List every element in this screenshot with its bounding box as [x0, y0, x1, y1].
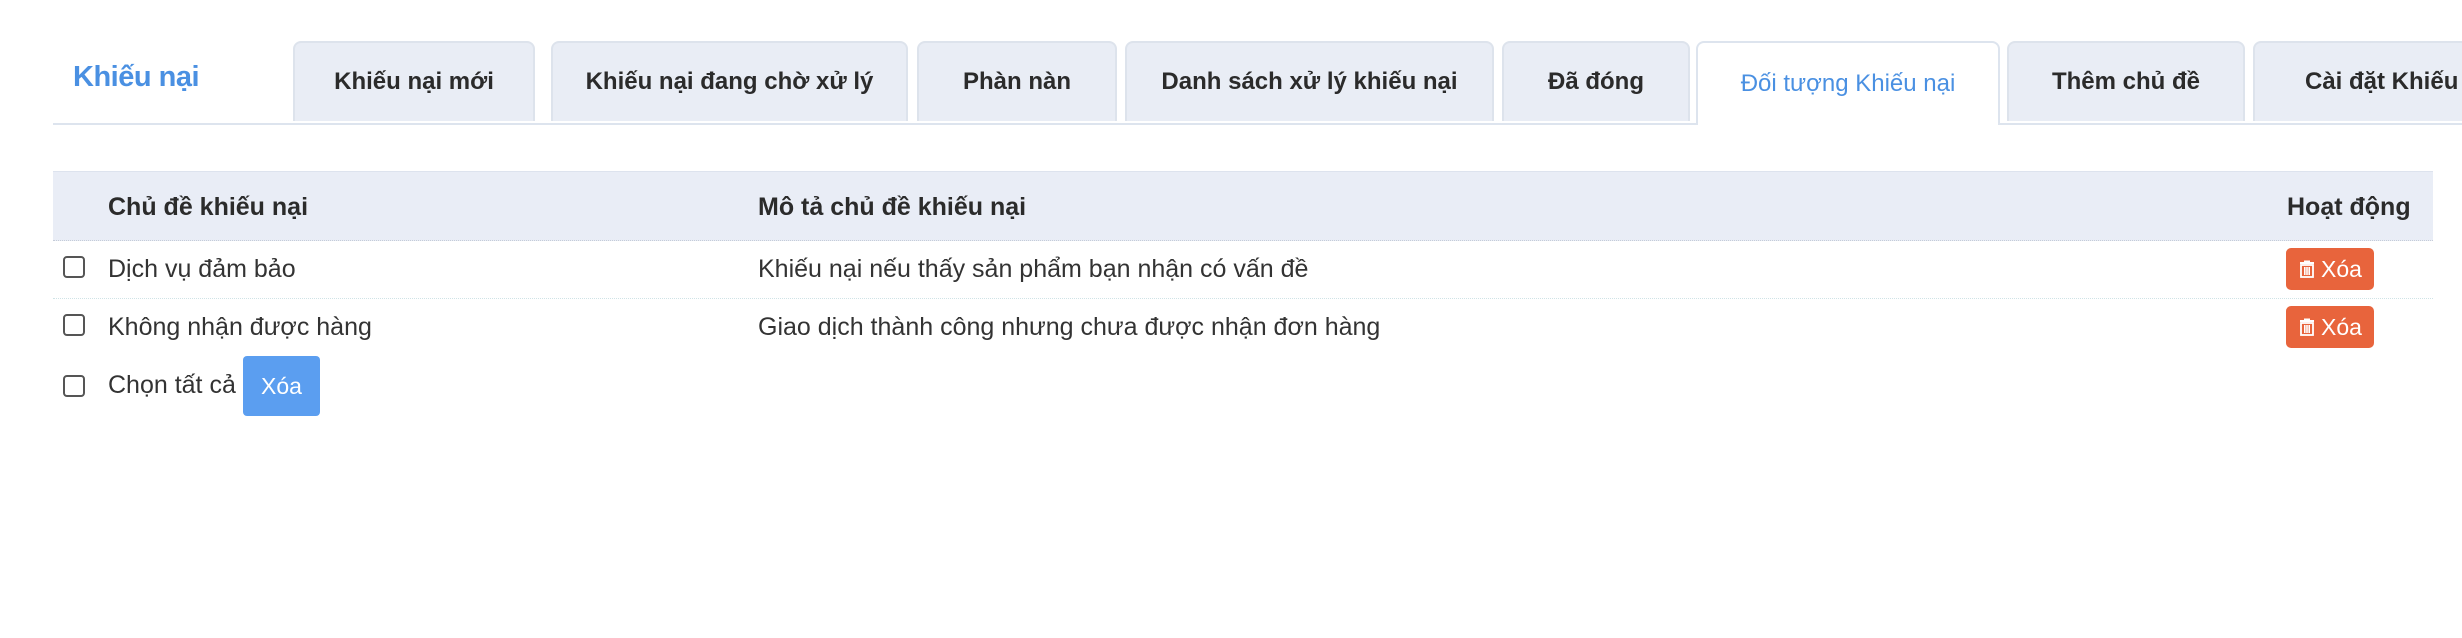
tab-grievances[interactable]: Phàn nàn — [917, 41, 1117, 121]
page-title: Khiếu nại — [73, 61, 200, 93]
row-checkbox[interactable] — [63, 256, 85, 278]
topic-cell: Dịch vụ đảm bảo — [108, 255, 296, 283]
tab-bar: Khiếu nại Khiếu nại mới Khiếu nại đang c… — [53, 41, 2462, 125]
tab-complaint-settings[interactable]: Cài đặt Khiếu nại — [2253, 41, 2462, 121]
complaint-topics-page: Khiếu nại Khiếu nại mới Khiếu nại đang c… — [0, 0, 2462, 638]
select-all-label: Chọn tất cả — [108, 371, 236, 399]
tab-new-complaints[interactable]: Khiếu nại mới — [293, 41, 535, 121]
select-all-checkbox[interactable] — [63, 375, 85, 397]
bulk-delete-button[interactable]: Xóa — [243, 356, 320, 416]
tab-label: Phàn nàn — [962, 68, 1071, 95]
delete-label: Xóa — [2321, 255, 2362, 282]
tab-pending-complaints[interactable]: Khiếu nại đang chờ xử lý — [551, 41, 908, 121]
column-header-topic: Chủ đề khiếu nại — [108, 193, 309, 221]
tab-label: Cài đặt Khiếu nại — [2305, 68, 2462, 95]
column-header-description: Mô tả chủ đề khiếu nại — [758, 193, 1027, 221]
tab-closed[interactable]: Đã đóng — [1502, 41, 1690, 121]
complaint-topics-table: Chủ đề khiếu nại Mô tả chủ đề khiếu nại … — [53, 171, 2433, 416]
topic-cell: Không nhận được hàng — [108, 313, 372, 341]
tab-label: Danh sách xử lý khiếu nại — [1161, 68, 1458, 95]
table-header: Chủ đề khiếu nại Mô tả chủ đề khiếu nại … — [53, 171, 2433, 241]
tab-label: Khiếu nại đang chờ xử lý — [585, 68, 874, 95]
tab-add-topic[interactable]: Thêm chủ đề — [2007, 41, 2245, 121]
delete-row-button[interactable]: Xóa — [2286, 306, 2374, 348]
tab-label: Khiếu nại mới — [334, 68, 494, 95]
table-row: Dịch vụ đảm bảo Khiếu nại nếu thấy sản p… — [53, 241, 2433, 299]
row-checkbox[interactable] — [63, 314, 85, 336]
delete-row-button[interactable]: Xóa — [2286, 248, 2374, 290]
delete-label: Xóa — [2321, 313, 2362, 340]
tab-label: Đối tượng Khiếu nại — [1740, 70, 1956, 97]
column-header-actions: Hoạt động — [2287, 193, 2411, 221]
table-row: Không nhận được hàng Giao dịch thành côn… — [53, 299, 2433, 356]
trash-icon — [2300, 260, 2314, 278]
tab-label: Đã đóng — [1548, 68, 1644, 95]
description-cell: Khiếu nại nếu thấy sản phẩm bạn nhận có … — [758, 255, 1309, 283]
tab-label: Thêm chủ đề — [2051, 68, 2201, 95]
tab-complaint-subjects[interactable]: Đối tượng Khiếu nại — [1696, 41, 2000, 125]
trash-icon — [2300, 318, 2314, 336]
description-cell: Giao dịch thành công nhưng chưa được nhậ… — [758, 313, 1381, 341]
bulk-actions-row: Chọn tất cả Xóa — [53, 356, 2433, 416]
tab-complaint-handling-list[interactable]: Danh sách xử lý khiếu nại — [1125, 41, 1494, 121]
